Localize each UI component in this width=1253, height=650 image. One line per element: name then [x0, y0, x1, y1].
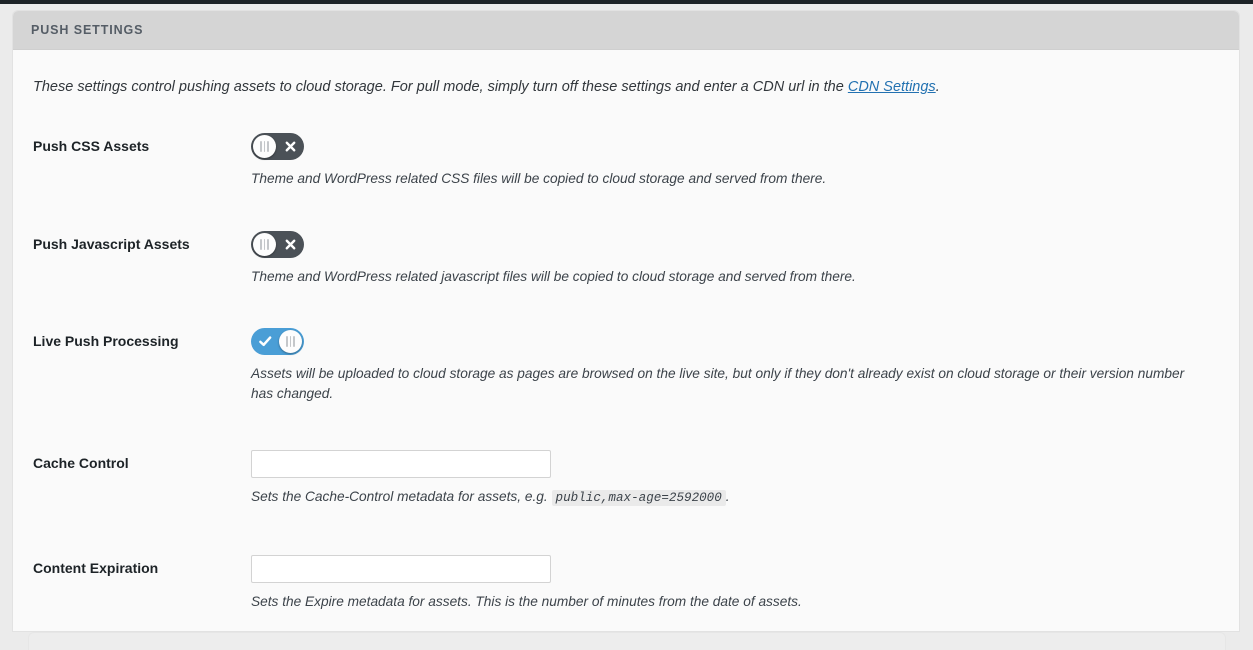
- setting-control-cache-control: Sets the Cache-Control metadata for asse…: [251, 450, 1219, 508]
- setting-label-push-javascript-assets: Push Javascript Assets: [33, 235, 190, 252]
- toggle-knob: [253, 135, 276, 159]
- setting-label-push-css-assets: Push CSS Assets: [33, 138, 150, 155]
- setting-label-content-expiration: Content Expiration: [33, 559, 159, 576]
- setting-row-push-css-assets: Push CSS Assets Theme and WordPress rela…: [13, 133, 1239, 188]
- cdn-settings-link[interactable]: CDN Settings: [848, 79, 936, 95]
- toggle-push-javascript-assets[interactable]: [251, 230, 304, 258]
- grip-icon: [260, 238, 269, 250]
- setting-row-live-push-processing: Live Push Processing Assets will be uplo…: [13, 328, 1239, 403]
- setting-control-content-expiration: Sets the Expire metadata for assets. Thi…: [251, 554, 1219, 611]
- grip-icon: [286, 336, 295, 348]
- toggle-knob: [279, 330, 302, 354]
- cross-icon: [276, 133, 304, 160]
- toggle-push-css-assets[interactable]: [251, 133, 304, 161]
- intro-text-after: .: [935, 79, 940, 95]
- setting-label-cache-control: Cache Control: [33, 455, 129, 472]
- intro-text-before: These settings control pushing assets to…: [33, 79, 848, 95]
- desc-text-before: Sets the Cache-Control metadata for asse…: [251, 489, 552, 505]
- push-settings-panel: PUSH SETTINGS These settings control pus…: [12, 10, 1240, 632]
- content-expiration-input[interactable]: [251, 554, 551, 583]
- grip-icon: [260, 141, 269, 153]
- cache-control-example-code: public,max-age=2592000: [551, 490, 726, 507]
- toggle-knob: [253, 232, 276, 256]
- cross-icon: [276, 231, 304, 258]
- setting-description-live-push-processing: Assets will be uploaded to cloud storage…: [251, 366, 1185, 401]
- panel-intro: These settings control pushing assets to…: [13, 50, 1239, 97]
- next-panel-peek: [28, 632, 1226, 650]
- cache-control-input[interactable]: [251, 450, 551, 479]
- panel-header: PUSH SETTINGS: [13, 11, 1239, 50]
- panel-body: These settings control pushing assets to…: [13, 50, 1239, 631]
- setting-control-push-css-assets: Theme and WordPress related CSS files wi…: [251, 133, 1219, 188]
- setting-description-cache-control: Sets the Cache-Control metadata for asse…: [251, 487, 1196, 508]
- setting-row-cache-control: Cache Control Sets the Cache-Control met…: [13, 450, 1239, 508]
- check-icon: [251, 328, 279, 355]
- desc-text-after: .: [725, 489, 730, 505]
- setting-row-push-javascript-assets: Push Javascript Assets Theme and WordPre…: [13, 230, 1239, 286]
- setting-description-content-expiration: Sets the Expire metadata for assets. Thi…: [251, 593, 802, 609]
- setting-label-live-push-processing: Live Push Processing: [33, 333, 179, 350]
- setting-control-push-javascript-assets: Theme and WordPress related javascript f…: [251, 230, 1219, 286]
- toggle-live-push-processing[interactable]: [251, 328, 304, 356]
- setting-row-content-expiration: Content Expiration Sets the Expire metad…: [13, 554, 1239, 611]
- setting-control-live-push-processing: Assets will be uploaded to cloud storage…: [251, 328, 1219, 403]
- page-title: PUSH SETTINGS: [31, 23, 144, 37]
- setting-description-push-css-assets: Theme and WordPress related CSS files wi…: [251, 171, 827, 187]
- setting-description-push-javascript-assets: Theme and WordPress related javascript f…: [251, 268, 856, 284]
